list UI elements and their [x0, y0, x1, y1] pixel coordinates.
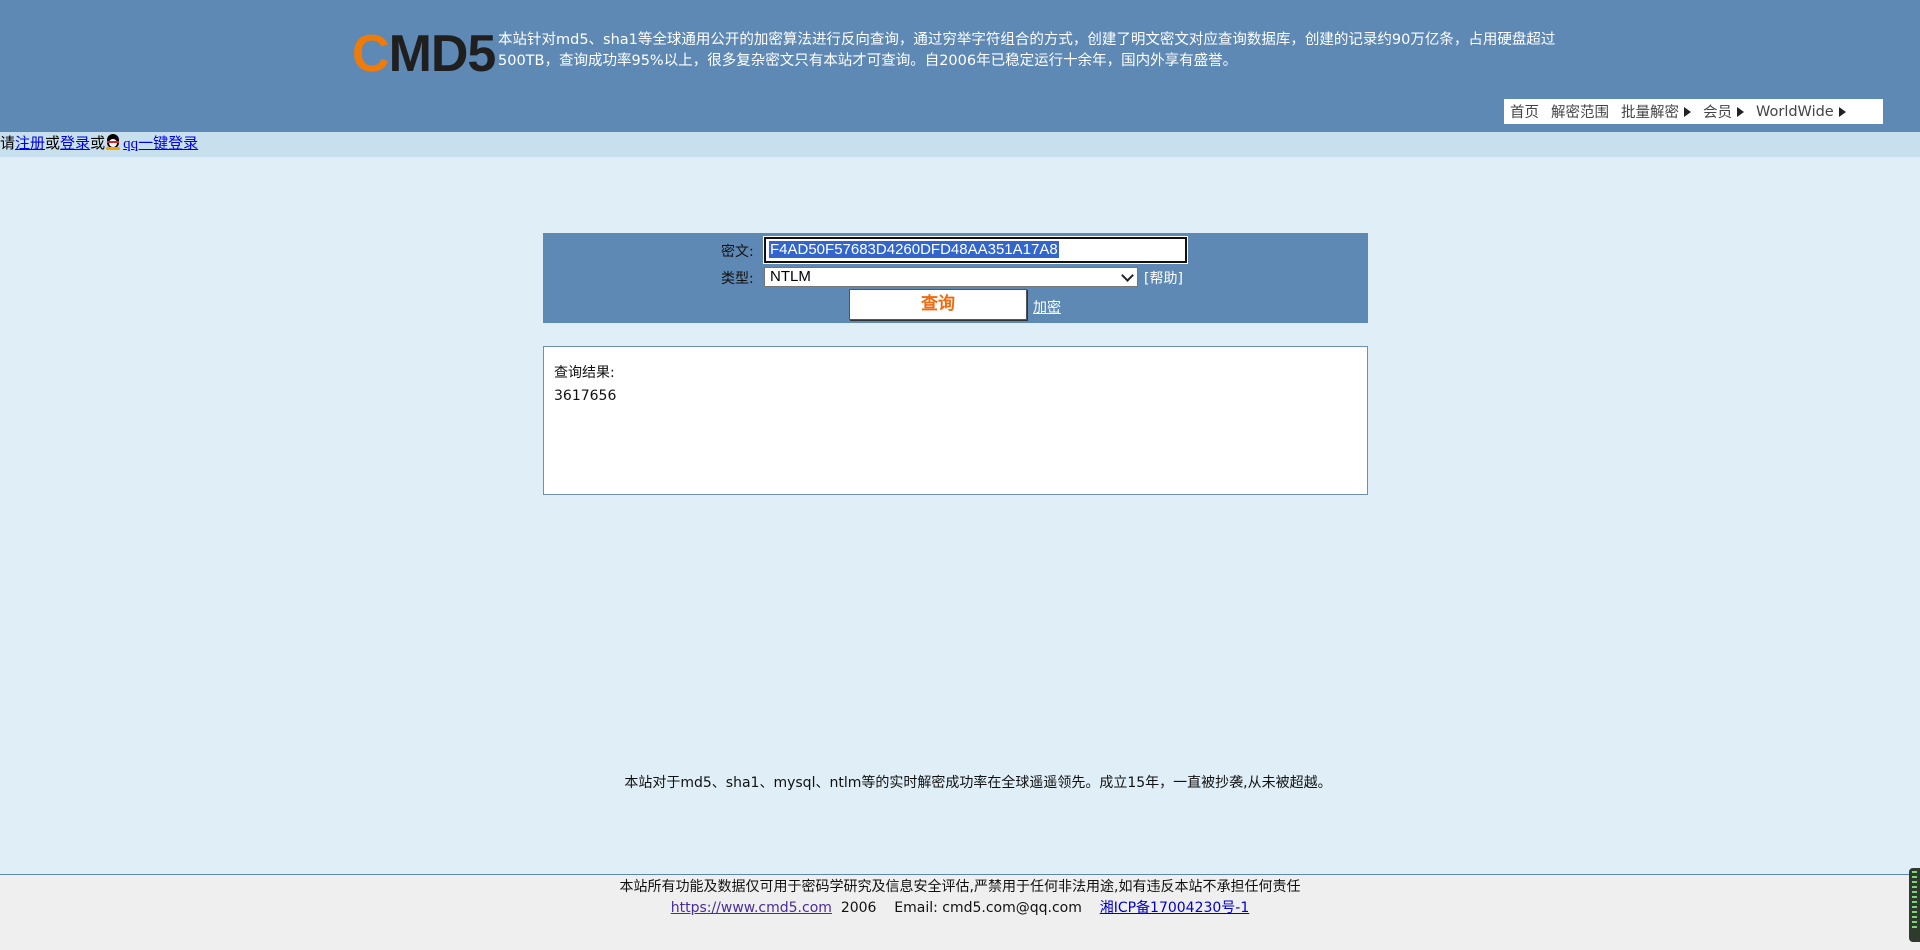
cipher-input[interactable]: F4AD50F57683D4260DFD48AA351A17A8: [763, 236, 1188, 264]
cipher-value: F4AD50F57683D4260DFD48AA351A17A8: [769, 241, 1059, 258]
site-claim: 本站对于md5、sha1、mysql、ntlm等的实时解密成功率在全球遥遥领先。…: [624, 775, 1332, 791]
result-panel: 查询结果: 3617656: [543, 346, 1368, 495]
register-link[interactable]: 注册: [15, 136, 45, 152]
login-prefix: 请: [0, 136, 16, 152]
login-link[interactable]: 登录: [60, 136, 90, 152]
footer-email: Email: cmd5.com@qq.com: [894, 900, 1082, 916]
side-widget[interactable]: [1909, 868, 1920, 942]
site-link[interactable]: https://www.cmd5.com: [671, 900, 832, 916]
nav-batch-decrypt-label: 批量解密: [1621, 105, 1679, 121]
nav-worldwide[interactable]: WorldWide: [1756, 104, 1846, 120]
nav-member[interactable]: 会员: [1703, 101, 1744, 122]
caret-right-icon: [1737, 106, 1744, 117]
nav-worldwide-label: WorldWide: [1756, 103, 1834, 120]
help-link[interactable]: [帮助]: [1144, 268, 1183, 288]
encrypt-link[interactable]: 加密: [1033, 297, 1061, 317]
or-text: 或: [45, 136, 61, 152]
nav-batch-decrypt[interactable]: 批量解密: [1621, 101, 1691, 122]
qq-penguin-icon: [105, 132, 121, 151]
query-button[interactable]: 查询: [849, 289, 1027, 320]
qq-login-link[interactable]: qq一键登录: [123, 136, 198, 152]
footer: 本站所有功能及数据仅可用于密码学研究及信息安全评估,严禁用于任何非法用途,如有违…: [0, 874, 1920, 950]
result-value: 3617656: [554, 388, 617, 404]
site-header: CMD5 本站针对md5、sha1等全球通用公开的加密算法进行反向查询，通过穷举…: [0, 0, 1920, 132]
hash-type-value: NTLM: [770, 268, 811, 285]
type-label: 类型:: [721, 271, 754, 287]
nav-decrypt-range[interactable]: 解密范围: [1551, 101, 1609, 122]
cmd5-logo[interactable]: CMD5: [352, 25, 497, 83]
chevron-down-icon: [1121, 269, 1134, 282]
logo-c: C: [352, 25, 390, 83]
top-nav: 首页 解密范围 批量解密 会员 WorldWide: [1504, 99, 1883, 124]
nav-home[interactable]: 首页: [1510, 101, 1539, 122]
icp-link[interactable]: 湘ICP备17004230号-1: [1100, 900, 1250, 916]
nav-member-label: 会员: [1703, 105, 1732, 121]
login-bar: 请注册或登录或 qq一键登录: [0, 132, 1920, 157]
footer-disclaimer: 本站所有功能及数据仅可用于密码学研究及信息安全评估,严禁用于任何非法用途,如有违…: [619, 879, 1301, 895]
site-intro: 本站针对md5、sha1等全球通用公开的加密算法进行反向查询，通过穷举字符组合的…: [498, 32, 1556, 69]
cipher-label: 密文:: [721, 244, 754, 260]
caret-right-icon: [1684, 106, 1691, 117]
nav-home-label: 首页: [1510, 105, 1539, 121]
result-title: 查询结果:: [554, 365, 615, 381]
logo-text: MD5: [388, 25, 497, 83]
hash-type-select[interactable]: NTLM: [764, 267, 1138, 287]
footer-links: https://www.cmd5.com 2006 Email: cmd5.co…: [0, 897, 1920, 919]
nav-decrypt-range-label: 解密范围: [1551, 105, 1609, 121]
footer-year: 2006: [840, 900, 877, 916]
or-text: 或: [90, 136, 106, 152]
caret-right-icon: [1838, 106, 1846, 117]
